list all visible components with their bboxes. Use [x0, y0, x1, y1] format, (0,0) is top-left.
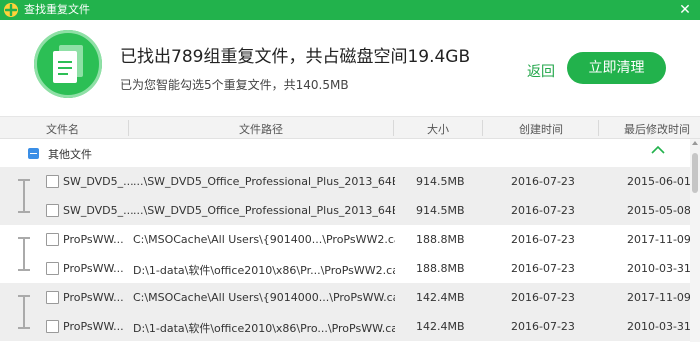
file-created: 2016-07-23: [511, 175, 575, 188]
column-modified[interactable]: 最后修改时间: [624, 121, 690, 137]
group-toggle-icon[interactable]: [28, 148, 39, 159]
file-name: ProPsWW...: [63, 233, 124, 246]
table-column-header: 文件名 文件路径 大小 创建时间 最后修改时间: [0, 117, 700, 139]
duplicate-group: SW_DVD5_... ...\SW_DVD5_Office_Professio…: [0, 167, 691, 225]
file-size: 142.4MB: [416, 320, 465, 333]
file-name: ProPsWW...: [63, 320, 124, 333]
file-name: ProPsWW...: [63, 291, 124, 304]
file-modified: 2017-11-09: [627, 233, 691, 246]
back-link[interactable]: 返回: [527, 61, 555, 81]
table-row[interactable]: ProPsWW... C:\MSOCache\All Users\{901400…: [0, 283, 691, 312]
file-path: D:\1-data\软件\office2010\x86\Pro...\ProPs…: [133, 322, 395, 335]
chevron-up-icon[interactable]: [651, 145, 665, 155]
column-size[interactable]: 大小: [427, 121, 449, 137]
summary-header: 已找出789组重复文件，共占磁盘空间19.4GB 已为您智能勾选5个重复文件，共…: [0, 20, 700, 117]
summary-subline: 已为您智能勾选5个重复文件，共140.5MB: [120, 78, 349, 92]
duplicate-file-list: SW_DVD5_... ...\SW_DVD5_Office_Professio…: [0, 167, 691, 342]
file-created: 2016-07-23: [511, 320, 575, 333]
file-name: SW_DVD5_...: [63, 175, 133, 188]
file-path: C:\MSOCache\All Users\{9014000...\ProPsW…: [133, 291, 395, 304]
summary-headline: 已找出789组重复文件，共占磁盘空间19.4GB: [120, 47, 471, 67]
duplicate-files-icon: [34, 30, 102, 98]
file-group-header[interactable]: 其他文件: [0, 139, 690, 167]
file-created: 2016-07-23: [511, 262, 575, 275]
row-checkbox[interactable]: [46, 320, 59, 333]
title-bar: 查找重复文件 ✕: [0, 0, 700, 20]
duplicate-group: ProPsWW... C:\MSOCache\All Users\{901400…: [0, 225, 691, 283]
column-filepath[interactable]: 文件路径: [239, 121, 283, 137]
file-size: 188.8MB: [416, 262, 465, 275]
file-size: 914.5MB: [416, 175, 465, 188]
clean-now-button[interactable]: 立即清理: [567, 52, 666, 84]
file-modified: 2015-06-01: [627, 175, 691, 188]
file-created: 2016-07-23: [511, 291, 575, 304]
row-checkbox[interactable]: [46, 233, 59, 246]
app-logo-icon: [4, 3, 18, 17]
file-created: 2016-07-23: [511, 233, 575, 246]
table-row[interactable]: ProPsWW... D:\1-data\软件\office2010\x86\P…: [0, 312, 691, 341]
file-created: 2016-07-23: [511, 204, 575, 217]
file-path: ...\SW_DVD5_Office_Professional_Plus_201…: [133, 204, 395, 217]
window-title: 查找重复文件: [24, 3, 90, 16]
group-label: 其他文件: [48, 148, 92, 161]
file-modified: 2010-03-31: [627, 262, 691, 275]
file-size: 914.5MB: [416, 204, 465, 217]
file-modified: 2017-11-09: [627, 291, 691, 304]
file-path: C:\MSOCache\All Users\{901400...\ProPsWW…: [133, 233, 395, 246]
file-modified: 2010-03-31: [627, 320, 691, 333]
scrollbar-thumb[interactable]: [692, 153, 698, 193]
row-checkbox[interactable]: [46, 262, 59, 275]
close-icon[interactable]: ✕: [676, 1, 694, 19]
file-size: 188.8MB: [416, 233, 465, 246]
row-checkbox[interactable]: [46, 175, 59, 188]
duplicate-group: ProPsWW... C:\MSOCache\All Users\{901400…: [0, 283, 691, 341]
row-checkbox[interactable]: [46, 204, 59, 217]
column-created[interactable]: 创建时间: [519, 121, 563, 137]
file-modified: 2015-05-08: [627, 204, 691, 217]
table-row[interactable]: ProPsWW... D:\1-data\软件\office2010\x86\P…: [0, 254, 691, 283]
scroll-up-icon[interactable]: [692, 141, 698, 145]
file-name: ProPsWW...: [63, 262, 124, 275]
column-filename[interactable]: 文件名: [46, 121, 79, 137]
table-row[interactable]: SW_DVD5_... ...\SW_DVD5_Office_Professio…: [0, 167, 691, 196]
table-row[interactable]: ProPsWW... C:\MSOCache\All Users\{901400…: [0, 225, 691, 254]
file-path: ...\SW_DVD5_Office_Professional_Plus_201…: [133, 175, 395, 188]
row-checkbox[interactable]: [46, 291, 59, 304]
vertical-scrollbar[interactable]: [690, 139, 700, 342]
file-name: SW_DVD5_...: [63, 204, 133, 217]
file-size: 142.4MB: [416, 291, 465, 304]
file-path: D:\1-data\软件\office2010\x86\Pr...\ProPsW…: [133, 264, 395, 277]
table-row[interactable]: SW_DVD5_... ...\SW_DVD5_Office_Professio…: [0, 196, 691, 225]
